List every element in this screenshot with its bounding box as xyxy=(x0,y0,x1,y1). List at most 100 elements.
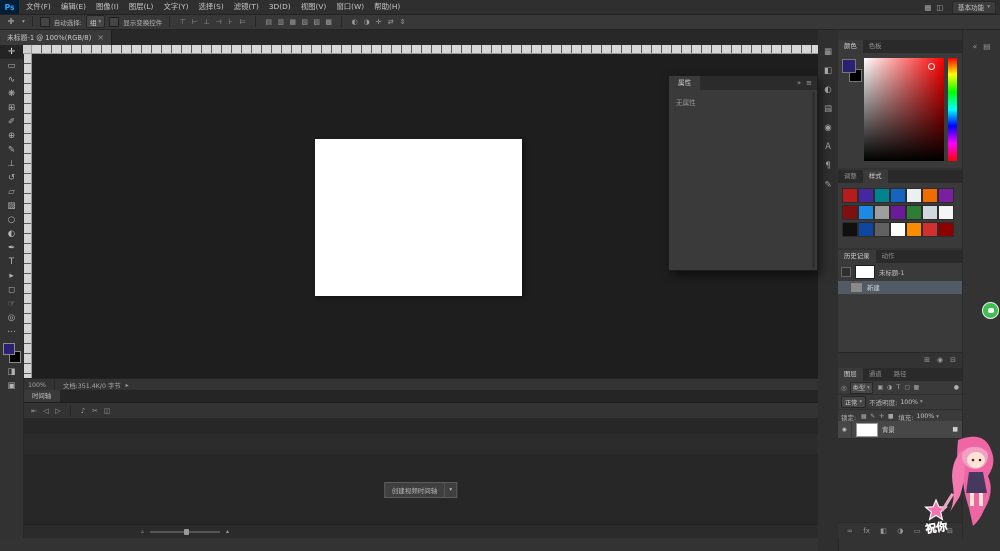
style-swatch[interactable] xyxy=(874,205,890,220)
zoom-level-field[interactable]: 100% xyxy=(28,382,46,389)
style-swatch[interactable] xyxy=(874,188,890,203)
select-transition-icon[interactable]: ◫ xyxy=(101,405,113,417)
mute-audio-icon[interactable]: ♪ xyxy=(77,405,89,417)
panel-tab[interactable]: 色板 xyxy=(863,40,888,53)
link-layers-icon[interactable]: ∞ xyxy=(847,527,853,535)
history-snapshot-row[interactable]: 未标题-1 xyxy=(838,263,962,281)
screen-mode-button[interactable]: ▣ xyxy=(0,379,23,393)
menu-item[interactable]: 3D(D) xyxy=(264,0,296,14)
eyedropper-tool[interactable]: ✐ xyxy=(0,115,23,129)
distribute-horizontal-centers-icon[interactable]: ▨ xyxy=(311,16,322,27)
style-swatch[interactable] xyxy=(906,188,922,203)
show-transform-checkbox[interactable] xyxy=(109,17,119,27)
lasso-tool[interactable]: ∿ xyxy=(0,73,23,87)
style-swatch[interactable] xyxy=(842,222,858,237)
filter-type-layers-icon[interactable]: T xyxy=(894,383,903,393)
crop-tool[interactable]: ⊞ xyxy=(0,101,23,115)
menu-item[interactable]: 文字(Y) xyxy=(158,0,193,14)
pen-tool[interactable]: ✒ xyxy=(0,241,23,255)
new-document-from-state-icon[interactable]: ⊞ xyxy=(924,356,930,364)
style-swatch[interactable] xyxy=(890,205,906,220)
launch-bridge-icon[interactable]: ▦ xyxy=(922,2,934,13)
blur-tool[interactable]: ○ xyxy=(0,213,23,227)
menu-item[interactable]: 图层(L) xyxy=(124,0,159,14)
style-swatch[interactable] xyxy=(938,205,954,220)
clone-stamp-tool[interactable]: ⊥ xyxy=(0,157,23,171)
panel-tab[interactable]: 动作 xyxy=(876,250,901,263)
align-bottom-edges-icon[interactable]: ⊥ xyxy=(201,16,212,27)
menu-item[interactable]: 选择(S) xyxy=(194,0,229,14)
document-white-canvas[interactable] xyxy=(315,139,522,296)
previous-frame-icon[interactable]: ◁ xyxy=(40,405,52,417)
align-right-edges-icon[interactable]: ⊨ xyxy=(237,16,248,27)
menu-item[interactable]: 滤镜(T) xyxy=(229,0,264,14)
style-swatch[interactable] xyxy=(874,222,890,237)
roll-3d-camera-icon[interactable]: ◑ xyxy=(361,16,372,27)
close-tab-icon[interactable]: × xyxy=(97,33,104,42)
tab-properties[interactable]: 属性 xyxy=(669,76,700,90)
visibility-eye-icon[interactable]: ◉ xyxy=(838,421,852,438)
distribute-left-edges-icon[interactable]: ▧ xyxy=(299,16,310,27)
hand-tool[interactable]: ☞ xyxy=(0,297,23,311)
adjustments-panel-icon[interactable]: ◐ xyxy=(818,80,838,99)
dock-menu-icon[interactable]: ▤ xyxy=(983,42,990,51)
add-layer-mask-icon[interactable]: ◧ xyxy=(880,527,887,535)
style-swatch[interactable] xyxy=(842,188,858,203)
history-state-row[interactable]: 新建 xyxy=(838,281,962,294)
lock-all-icon[interactable]: ■ xyxy=(886,412,895,422)
gradient-tool[interactable]: ▨ xyxy=(0,199,23,213)
edit-toolbar-icon[interactable]: ⋯ xyxy=(0,325,23,339)
type-tool[interactable]: T xyxy=(0,255,23,269)
filter-shape-layers-icon[interactable]: ◻ xyxy=(903,383,912,393)
opacity-value[interactable]: 100% ▾ xyxy=(900,399,922,406)
style-swatch[interactable] xyxy=(906,222,922,237)
quick-mask-button[interactable]: ◨ xyxy=(0,365,23,379)
distribute-vertical-centers-icon[interactable]: ▥ xyxy=(275,16,286,27)
align-vertical-centers-icon[interactable]: ⊢ xyxy=(189,16,200,27)
foreground-color-swatch[interactable] xyxy=(3,343,15,355)
paragraph-panel-icon[interactable]: ¶ xyxy=(818,156,838,175)
layer-effects-icon[interactable]: fx xyxy=(863,527,870,535)
color-marker[interactable] xyxy=(928,63,935,70)
menu-item[interactable]: 文件(F) xyxy=(21,0,56,14)
align-left-edges-icon[interactable]: ⊣ xyxy=(213,16,224,27)
timeline-zoom-out-icon[interactable]: ▵ xyxy=(141,528,144,535)
quick-selection-tool[interactable]: ❋ xyxy=(0,87,23,101)
filter-smart-objects-icon[interactable]: ▦ xyxy=(912,383,921,393)
collapse-panels-icon[interactable]: « xyxy=(973,42,978,51)
filter-adjustment-layers-icon[interactable]: ◑ xyxy=(885,383,894,393)
brush-tool[interactable]: ✎ xyxy=(0,143,23,157)
healing-brush-tool[interactable]: ⊕ xyxy=(0,129,23,143)
panel-tab[interactable]: 通道 xyxy=(863,368,888,381)
auto-select-dropdown[interactable]: 组 ▾ xyxy=(86,15,105,28)
tool-preset-caret-icon[interactable]: ▾ xyxy=(22,19,25,25)
menu-item[interactable]: 图像(I) xyxy=(91,0,124,14)
align-top-edges-icon[interactable]: ⊤ xyxy=(177,16,188,27)
align-horizontal-centers-icon[interactable]: ⊦ xyxy=(225,16,236,27)
panel-tab[interactable]: 路径 xyxy=(888,368,913,381)
shape-tool[interactable]: ◻ xyxy=(0,283,23,297)
style-swatch[interactable] xyxy=(858,188,874,203)
ruler-origin[interactable] xyxy=(23,45,32,54)
pan-3d-camera-icon[interactable]: ✛ xyxy=(373,16,384,27)
eraser-tool[interactable]: ▱ xyxy=(0,185,23,199)
style-swatch[interactable] xyxy=(922,188,938,203)
saturation-brightness-field[interactable] xyxy=(864,58,944,161)
scrollbar[interactable] xyxy=(812,92,815,268)
style-swatch[interactable] xyxy=(890,188,906,203)
blend-mode-dropdown[interactable]: 正常 ▾ xyxy=(841,396,866,408)
foreground-color-swatch[interactable] xyxy=(842,59,856,73)
dodge-tool[interactable]: ◐ xyxy=(0,227,23,241)
style-swatch[interactable] xyxy=(890,222,906,237)
style-swatch[interactable] xyxy=(938,188,954,203)
timeline-zoom-slider[interactable] xyxy=(150,531,220,533)
libraries-panel-icon[interactable]: ▤ xyxy=(818,99,838,118)
distribute-top-edges-icon[interactable]: ▤ xyxy=(263,16,274,27)
filter-kind-dropdown[interactable]: 类型 ▾ xyxy=(850,382,873,394)
collapse-panel-icon[interactable]: » xyxy=(797,79,801,87)
orbit-3d-camera-icon[interactable]: ◐ xyxy=(349,16,360,27)
play-icon[interactable]: ▷ xyxy=(52,405,64,417)
distribute-right-edges-icon[interactable]: ▩ xyxy=(323,16,334,27)
character-panel-icon[interactable]: A xyxy=(818,137,838,156)
create-video-timeline-button[interactable]: 创建视频时间轴 xyxy=(384,482,446,498)
